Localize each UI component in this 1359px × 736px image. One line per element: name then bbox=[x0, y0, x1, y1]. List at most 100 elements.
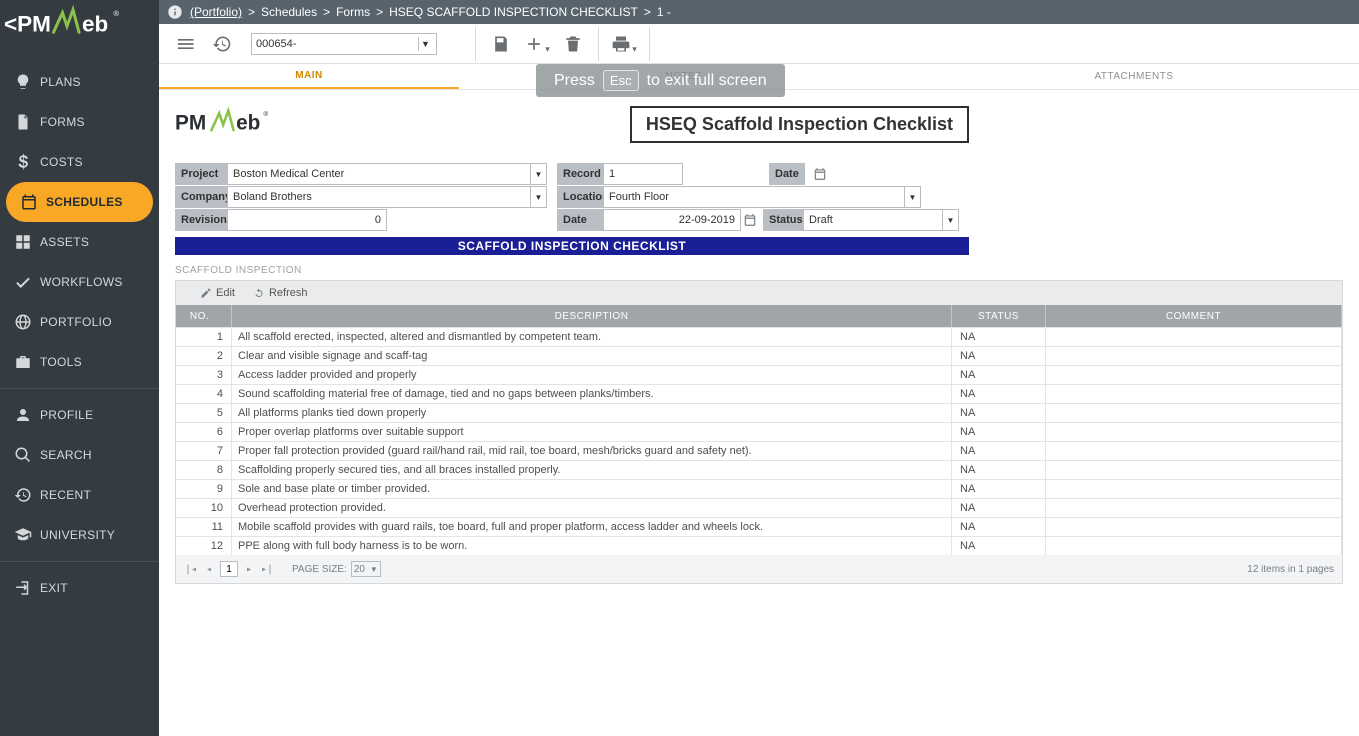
input-date[interactable]: 22-09-2019 bbox=[603, 209, 741, 231]
svg-text:PM: PM bbox=[175, 112, 206, 135]
sidebar-item-forms[interactable]: FORMS bbox=[0, 102, 159, 142]
cell-comment bbox=[1046, 328, 1342, 346]
input-record[interactable]: 1 bbox=[603, 163, 683, 185]
table-row[interactable]: 6Proper overlap platforms over suitable … bbox=[176, 422, 1342, 441]
sidebar-item-label: TOOLS bbox=[40, 355, 82, 369]
chevron-down-icon[interactable]: ▼ bbox=[530, 164, 546, 184]
sidebar-item-label: RECENT bbox=[40, 488, 91, 502]
col-header-description[interactable]: DESCRIPTION bbox=[232, 305, 952, 327]
pager-first-icon[interactable]: |◂ bbox=[184, 564, 198, 575]
cell-no: 11 bbox=[176, 518, 232, 536]
delete-icon[interactable] bbox=[556, 27, 590, 61]
list-toggle-icon[interactable] bbox=[169, 27, 203, 61]
sidebar-item-search[interactable]: SEARCH bbox=[0, 435, 159, 475]
cell-comment bbox=[1046, 366, 1342, 384]
cell-status: NA bbox=[952, 499, 1046, 517]
sidebar-item-exit[interactable]: EXIT bbox=[0, 568, 159, 608]
grid-edit-button[interactable]: Edit bbox=[200, 287, 235, 299]
pager-page-input[interactable] bbox=[220, 561, 238, 577]
cell-no: 6 bbox=[176, 423, 232, 441]
app-logo: <PM eb ® bbox=[0, 0, 159, 48]
sidebar-item-recent[interactable]: RECENT bbox=[0, 475, 159, 515]
tab-main[interactable]: MAIN bbox=[159, 64, 459, 89]
label-date: Date bbox=[557, 209, 603, 231]
cell-no: 4 bbox=[176, 385, 232, 403]
chevron-down-icon[interactable]: ▼ bbox=[904, 187, 920, 207]
sidebar-item-tools[interactable]: TOOLS bbox=[0, 342, 159, 382]
cell-status: NA bbox=[952, 366, 1046, 384]
sidebar-item-schedules[interactable]: SCHEDULES bbox=[6, 182, 153, 222]
pager-next-icon[interactable]: ▸ bbox=[242, 564, 256, 575]
input-revision[interactable]: 0 bbox=[227, 209, 387, 231]
chevron-down-icon[interactable]: ▼ bbox=[530, 187, 546, 207]
grid-refresh-button[interactable]: Refresh bbox=[253, 287, 308, 299]
table-row[interactable]: 11Mobile scaffold provides with guard ra… bbox=[176, 517, 1342, 536]
table-row[interactable]: 8Scaffolding properly secured ties, and … bbox=[176, 460, 1342, 479]
cell-comment bbox=[1046, 499, 1342, 517]
history-icon[interactable] bbox=[205, 27, 239, 61]
breadcrumb-separator: > bbox=[644, 5, 651, 19]
sidebar-item-profile[interactable]: PROFILE bbox=[0, 395, 159, 435]
cell-status: NA bbox=[952, 423, 1046, 441]
form-logo: PM eb ® bbox=[175, 106, 305, 143]
input-project[interactable]: Boston Medical Center ▼ bbox=[227, 163, 547, 185]
grad-icon bbox=[14, 526, 40, 544]
print-icon[interactable]: ▾ bbox=[607, 27, 641, 61]
cell-description: Overhead protection provided. bbox=[232, 499, 952, 517]
col-header-status[interactable]: STATUS bbox=[952, 305, 1046, 327]
sidebar-item-plans[interactable]: PLANS bbox=[0, 62, 159, 102]
grid-summary: 12 items in 1 pages bbox=[1247, 564, 1334, 575]
table-row[interactable]: 4Sound scaffolding material free of dama… bbox=[176, 384, 1342, 403]
breadcrumb-item[interactable]: HSEQ SCAFFOLD INSPECTION CHECKLIST bbox=[389, 5, 638, 19]
cell-description: Sole and base plate or timber provided. bbox=[232, 480, 952, 498]
table-row[interactable]: 7Proper fall protection provided (guard … bbox=[176, 441, 1342, 460]
chevron-down-icon[interactable]: ▼ bbox=[418, 37, 432, 51]
sidebar-item-workflows[interactable]: WORKFLOWS bbox=[0, 262, 159, 302]
tab-attachments[interactable]: ATTACHMENTS bbox=[909, 64, 1359, 89]
cell-status: NA bbox=[952, 518, 1046, 536]
svg-text:®: ® bbox=[263, 110, 268, 118]
breadcrumb-item[interactable]: Schedules bbox=[261, 5, 317, 19]
label-project: Project bbox=[175, 163, 227, 185]
table-row[interactable]: 9Sole and base plate or timber provided.… bbox=[176, 479, 1342, 498]
sidebar-item-label: FORMS bbox=[40, 115, 85, 129]
col-header-no[interactable]: NO. bbox=[176, 305, 232, 327]
section-label: SCAFFOLD INSPECTION bbox=[175, 265, 1343, 276]
record-selector[interactable]: 000654- ▼ bbox=[251, 33, 437, 55]
sidebar-item-assets[interactable]: ASSETS bbox=[0, 222, 159, 262]
breadcrumb-item[interactable]: (Portfolio) bbox=[190, 5, 242, 19]
input-company[interactable]: Boland Brothers ▼ bbox=[227, 186, 547, 208]
breadcrumb-bar: (Portfolio)>Schedules>Forms>HSEQ SCAFFOL… bbox=[159, 0, 1359, 24]
page-size-select[interactable]: 20▼ bbox=[351, 561, 381, 577]
page-size-label: PAGE SIZE: bbox=[292, 564, 347, 575]
table-row[interactable]: 10Overhead protection provided.NA bbox=[176, 498, 1342, 517]
table-row[interactable]: 3Access ladder provided and properlyNA bbox=[176, 365, 1342, 384]
calendar-icon[interactable] bbox=[811, 163, 829, 185]
save-icon[interactable] bbox=[484, 27, 518, 61]
pager-last-icon[interactable]: ▸| bbox=[260, 564, 274, 575]
breadcrumb-separator: > bbox=[323, 5, 330, 19]
checklist-banner: SCAFFOLD INSPECTION CHECKLIST bbox=[175, 237, 969, 255]
cell-description: Access ladder provided and properly bbox=[232, 366, 952, 384]
add-icon[interactable]: ▾ bbox=[520, 27, 554, 61]
table-row[interactable]: 12PPE along with full body harness is to… bbox=[176, 536, 1342, 555]
sidebar-item-label: EXIT bbox=[40, 581, 68, 595]
table-row[interactable]: 1All scaffold erected, inspected, altere… bbox=[176, 327, 1342, 346]
info-icon[interactable] bbox=[167, 4, 187, 20]
sidebar-item-costs[interactable]: COSTS bbox=[0, 142, 159, 182]
breadcrumb-item[interactable]: 1 - bbox=[657, 5, 671, 19]
cell-comment bbox=[1046, 461, 1342, 479]
calendar-icon[interactable] bbox=[741, 209, 759, 231]
sidebar-item-portfolio[interactable]: PORTFOLIO bbox=[0, 302, 159, 342]
table-row[interactable]: 5All platforms planks tied down properly… bbox=[176, 403, 1342, 422]
cell-status: NA bbox=[952, 328, 1046, 346]
table-row[interactable]: 2Clear and visible signage and scaff-tag… bbox=[176, 346, 1342, 365]
sidebar-item-label: UNIVERSITY bbox=[40, 528, 115, 542]
col-header-comment[interactable]: COMMENT bbox=[1046, 305, 1342, 327]
pager-prev-icon[interactable]: ◂ bbox=[202, 564, 216, 575]
sidebar-item-university[interactable]: UNIVERSITY bbox=[0, 515, 159, 555]
breadcrumb-item[interactable]: Forms bbox=[336, 5, 370, 19]
input-status[interactable]: Draft ▼ bbox=[803, 209, 959, 231]
chevron-down-icon[interactable]: ▼ bbox=[942, 210, 958, 230]
input-location[interactable]: Fourth Floor ▼ bbox=[603, 186, 921, 208]
